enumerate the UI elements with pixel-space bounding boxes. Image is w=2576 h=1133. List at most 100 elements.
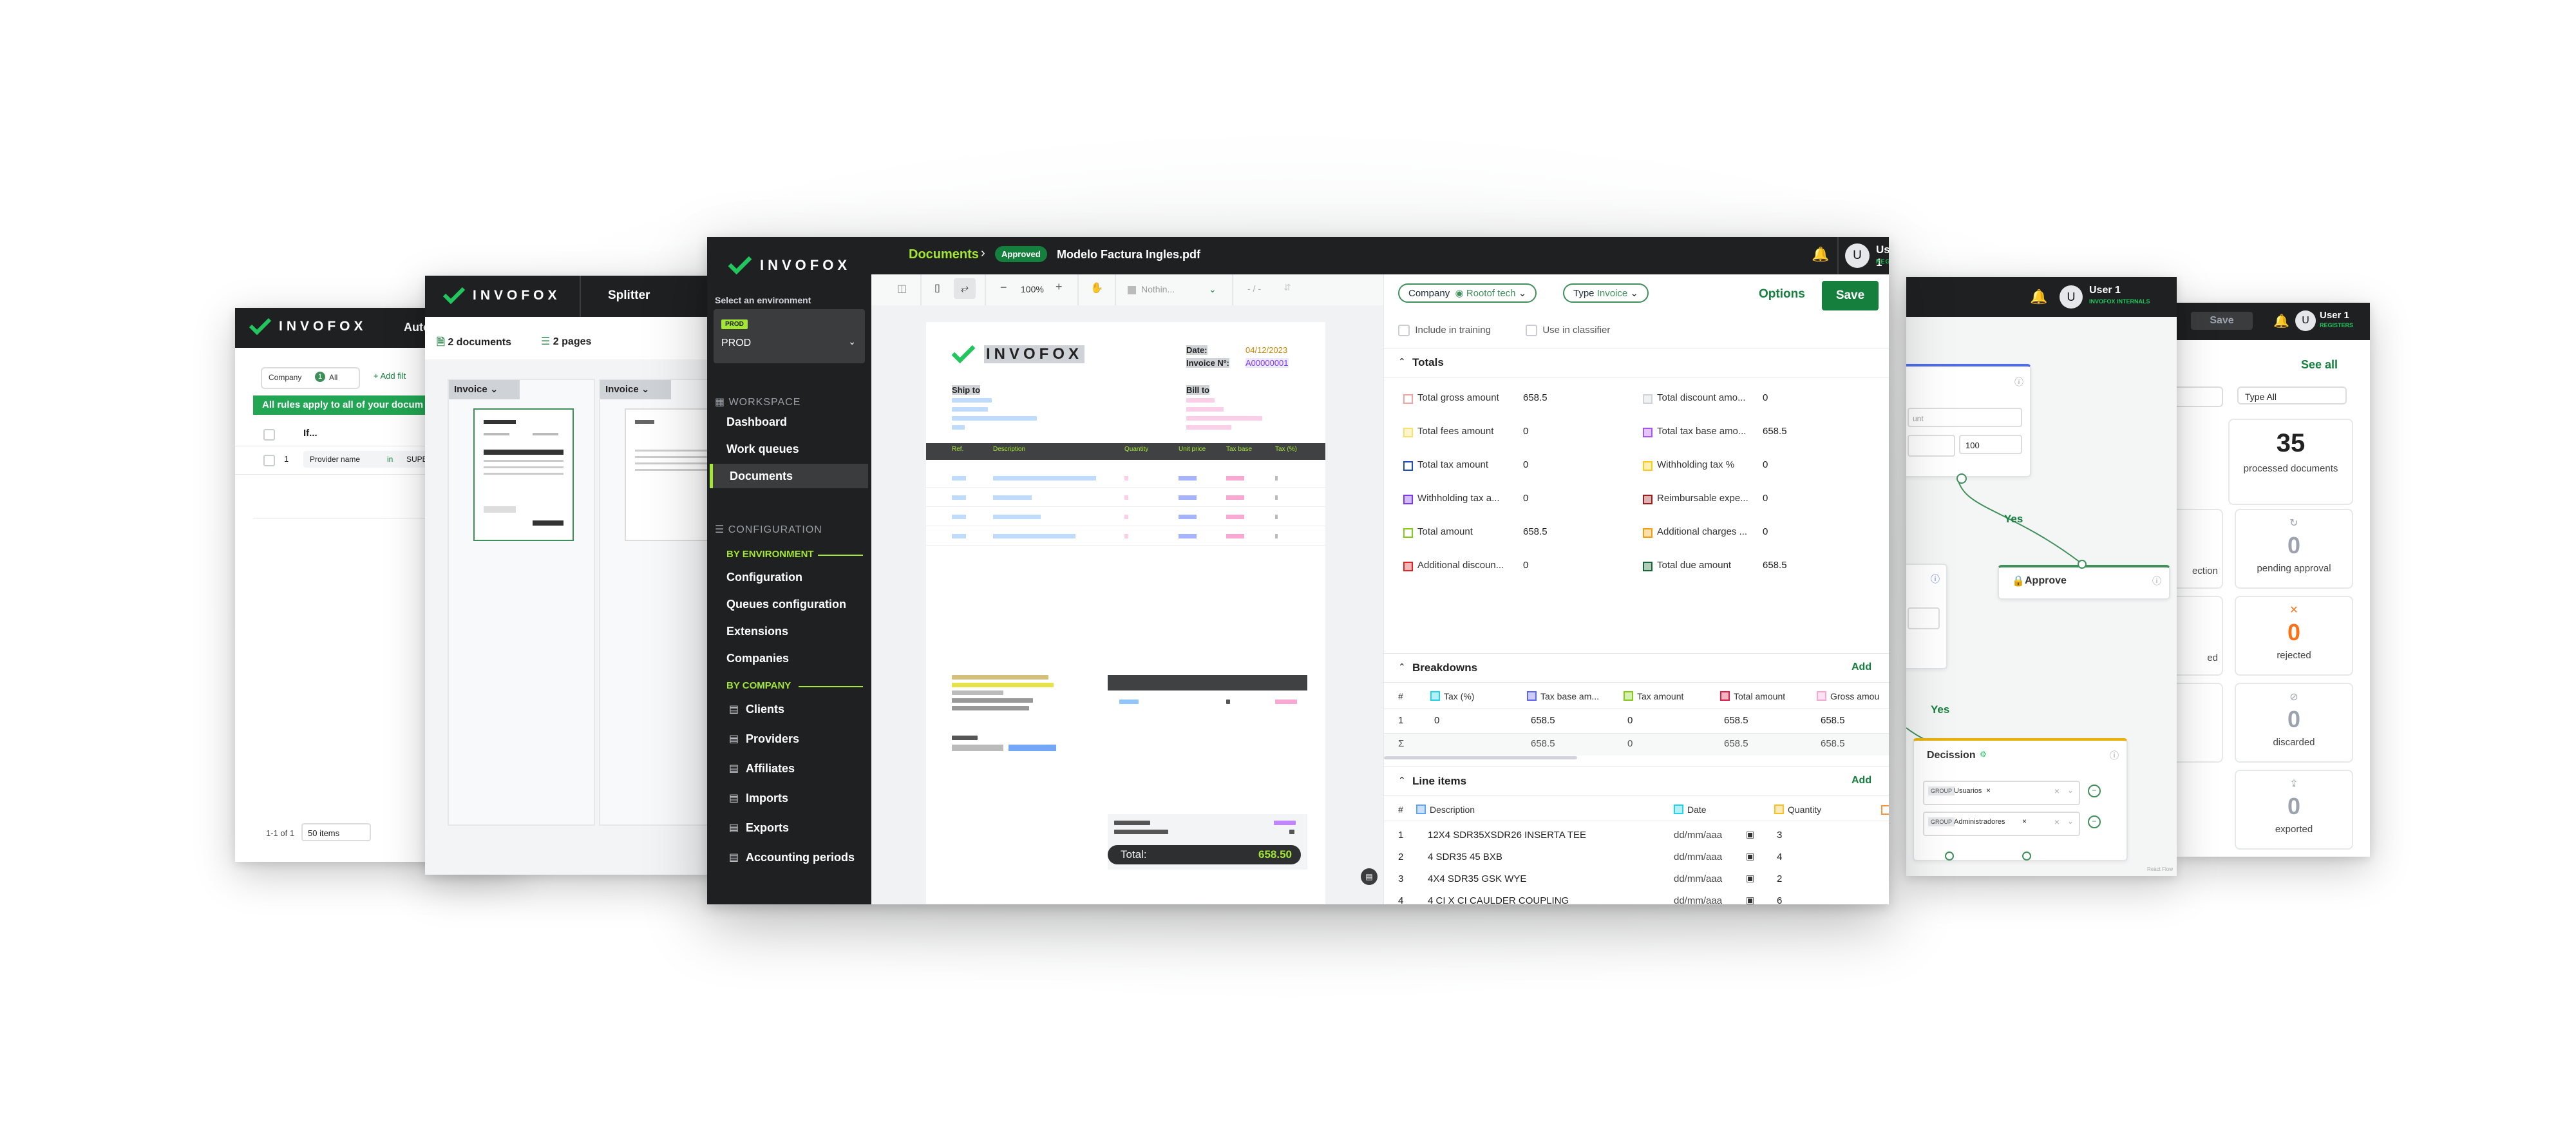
group-select-2[interactable]: GROUP Administradores × × ⌄ bbox=[1923, 812, 2080, 836]
page-nav-icon[interactable]: ⇵ bbox=[1283, 282, 1291, 293]
group-select-1[interactable]: GROUP Usuarios × × ⌄ bbox=[1923, 781, 2080, 805]
line-item-quantity[interactable]: 4 bbox=[1777, 852, 1782, 862]
breakdown-cell[interactable]: 658.5 bbox=[1531, 715, 1555, 726]
stat-card-exported[interactable]: ⇪ 0 exported bbox=[2235, 770, 2353, 850]
settings-icon[interactable]: ⚙ bbox=[1980, 750, 1987, 759]
flow-node-decision[interactable]: Decission ⚙ ⓘ GROUP Usuarios × × ⌄ − GRO… bbox=[1913, 738, 2128, 861]
operator-select[interactable] bbox=[1908, 435, 1955, 457]
see-all-link[interactable]: See all bbox=[2301, 358, 2338, 372]
partial-card-3[interactable] bbox=[2177, 683, 2223, 763]
partial-filter[interactable] bbox=[2177, 386, 2223, 407]
sidebar-item-queues-configuration[interactable]: Queues configuration bbox=[710, 594, 868, 616]
sidebar-item-imports[interactable]: ▤ Imports bbox=[710, 787, 868, 810]
use-classifier-toggle[interactable]: Use in classifier bbox=[1526, 325, 1610, 337]
line-item-quantity[interactable]: 6 bbox=[1777, 895, 1782, 904]
use-classifier-checkbox[interactable] bbox=[1526, 325, 1537, 337]
avatar[interactable]: U bbox=[1845, 243, 1870, 268]
page-thumbnail[interactable] bbox=[473, 408, 574, 541]
sidebar-item-exports[interactable]: ▤ Exports bbox=[710, 817, 868, 840]
add-filter-link[interactable]: + Add filt bbox=[374, 371, 406, 381]
sidebar-item-documents[interactable]: Documents bbox=[710, 464, 868, 488]
line-item-row[interactable]: 3 4X4 SDR35 GSK WYE dd/mm/aaa ▣ 2 bbox=[1384, 871, 1889, 890]
line-item-quantity[interactable]: 3 bbox=[1777, 830, 1782, 841]
sidebar-item-clients[interactable]: ▤ Clients bbox=[710, 698, 868, 721]
processed-card[interactable]: 35 processed documents bbox=[2228, 419, 2353, 505]
line-item-description[interactable]: 4 SDR35 45 BXB bbox=[1428, 852, 1502, 862]
bell-icon[interactable]: 🔔 bbox=[1812, 246, 1829, 263]
sidebar-item-providers[interactable]: ▤ Providers bbox=[710, 728, 868, 751]
totals-section-header[interactable]: ⌃ Totals bbox=[1384, 348, 1889, 377]
zoom-out-icon[interactable]: − bbox=[1000, 281, 1007, 294]
chevron-down-icon[interactable]: ⌄ bbox=[2067, 786, 2074, 795]
total-field[interactable]: Withholding tax % 0 bbox=[1643, 456, 1875, 475]
flow-node-approve[interactable]: 🔒 Approve ⓘ bbox=[1998, 565, 2170, 600]
total-field[interactable]: Total gross amount 658.5 bbox=[1403, 389, 1635, 408]
horizontal-scrollbar[interactable] bbox=[1384, 756, 1577, 759]
save-button[interactable]: Save bbox=[2191, 312, 2253, 330]
flow-node-partial[interactable]: ⓘ bbox=[1906, 564, 1947, 669]
include-training-toggle[interactable]: Include in training bbox=[1398, 325, 1491, 337]
chevron-down-icon[interactable]: ⌄ bbox=[2067, 817, 2074, 826]
line-item-row[interactable]: 1 12X4 SDR35XSDR26 INSERTA TEE dd/mm/aaa ▣ 3 bbox=[1384, 827, 1889, 846]
stat-card-discarded[interactable]: ⊘ 0 discarded bbox=[2235, 683, 2353, 763]
line-item-date[interactable]: dd/mm/aaa bbox=[1674, 873, 1722, 884]
field-selector[interactable]: Nothin... ⌄ bbox=[1128, 281, 1224, 298]
node-handle[interactable] bbox=[2078, 560, 2087, 569]
page-size-select[interactable]: 50 items bbox=[301, 823, 371, 841]
total-field[interactable]: Total due amount 658.5 bbox=[1643, 557, 1875, 576]
include-training-checkbox[interactable] bbox=[1398, 325, 1410, 337]
row-checkbox[interactable] bbox=[263, 455, 275, 466]
sidebar-item-work-queues[interactable]: Work queues bbox=[710, 437, 868, 461]
total-field[interactable]: Additional discoun... 0 bbox=[1403, 557, 1635, 576]
breakdown-cell[interactable]: 1 bbox=[1398, 715, 1403, 726]
stat-card-pending-approval[interactable]: ↻ 0 pending approval bbox=[2235, 509, 2353, 589]
line-item-description[interactable]: 4 CI X CI CAULDER COUPLING bbox=[1428, 895, 1569, 904]
remove-icon[interactable]: × bbox=[2022, 817, 2027, 826]
breakdown-cell[interactable]: 658.5 bbox=[1724, 715, 1748, 726]
document-type-select[interactable]: Invoice ⌄ bbox=[600, 380, 671, 399]
line-item-date[interactable]: dd/mm/aaa bbox=[1674, 830, 1722, 841]
total-field[interactable]: Reimbursable expe... 0 bbox=[1643, 490, 1875, 509]
calendar-icon[interactable]: ▣ bbox=[1746, 873, 1754, 884]
sidebar-item-affiliates[interactable]: ▤ Affiliates bbox=[710, 757, 868, 781]
total-field[interactable]: Total amount 658.5 bbox=[1403, 523, 1635, 542]
avatar[interactable]: U bbox=[2295, 310, 2316, 331]
calendar-icon[interactable]: ▣ bbox=[1746, 851, 1754, 862]
line-items-section-header[interactable]: ⌃ Line items Add bbox=[1384, 766, 1889, 796]
line-item-quantity[interactable]: 2 bbox=[1777, 873, 1782, 884]
breakdowns-section-header[interactable]: ⌃ Breakdowns Add bbox=[1384, 653, 1889, 683]
total-field[interactable]: Total discount amo... 0 bbox=[1643, 389, 1875, 408]
total-field[interactable]: Total tax amount 0 bbox=[1403, 456, 1635, 475]
remove-condition-icon[interactable]: − bbox=[2088, 785, 2101, 797]
save-button[interactable]: Save bbox=[1822, 281, 1879, 310]
single-page-icon[interactable]: ▯ bbox=[934, 281, 940, 294]
company-chip[interactable]: Company ◉ Rootof tech ⌄ bbox=[1398, 283, 1537, 303]
sidebar-toggle-icon[interactable]: ◫ bbox=[897, 282, 907, 295]
breakdown-cell[interactable]: 658.5 bbox=[1821, 715, 1845, 726]
node-handle[interactable] bbox=[2022, 852, 2031, 861]
total-field[interactable]: Withholding tax a... 0 bbox=[1403, 490, 1635, 509]
line-item-row[interactable]: 2 4 SDR35 45 BXB dd/mm/aaa ▣ 4 bbox=[1384, 849, 1889, 868]
type-chip[interactable]: Type Invoice ⌄ bbox=[1563, 283, 1649, 303]
add-breakdown-button[interactable]: Add bbox=[1852, 662, 1871, 673]
line-item-description[interactable]: 12X4 SDR35XSDR26 INSERTA TEE bbox=[1428, 830, 1586, 841]
clear-icon[interactable]: × bbox=[2054, 817, 2060, 827]
company-filter[interactable]: Company 1 All bbox=[261, 367, 360, 389]
breakdown-cell[interactable]: 0 bbox=[1434, 715, 1439, 726]
sidebar-item-accounting-periods[interactable]: ▤ Accounting periods bbox=[710, 846, 868, 870]
type-filter[interactable]: Type All bbox=[2237, 386, 2347, 405]
chat-icon[interactable]: ▤ bbox=[1361, 868, 1378, 885]
calendar-icon[interactable]: ▣ bbox=[1746, 829, 1754, 840]
flow-node-rule[interactable]: ⓘ unt 100 bbox=[1906, 364, 2031, 477]
sidebar-item-companies[interactable]: Companies bbox=[710, 648, 868, 670]
bell-icon[interactable]: 🔔 bbox=[2273, 313, 2289, 329]
document-group-1[interactable]: Invoice ⌄ bbox=[448, 379, 595, 826]
sidebar-item-configuration[interactable]: Configuration bbox=[710, 567, 868, 589]
select-all-checkbox[interactable] bbox=[263, 429, 275, 441]
sidebar-item-dashboard[interactable]: Dashboard bbox=[710, 410, 868, 434]
sidebar-item-extensions[interactable]: Extensions bbox=[710, 621, 868, 643]
fit-page-icon[interactable]: ⥂ bbox=[954, 278, 976, 299]
amount-input[interactable]: 100 bbox=[1959, 435, 2022, 454]
total-field[interactable]: Total tax base amo... 658.5 bbox=[1643, 423, 1875, 442]
field-select[interactable]: unt bbox=[1908, 408, 2022, 427]
